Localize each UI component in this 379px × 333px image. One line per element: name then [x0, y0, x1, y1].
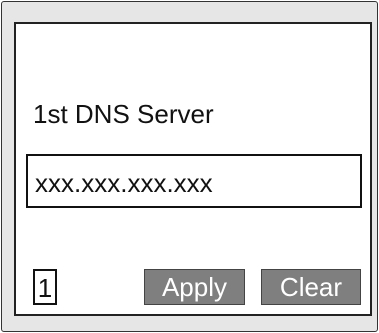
clear-button[interactable]: Clear [261, 269, 361, 305]
dns-server-value: xxx.xxx.xxx.xxx [35, 168, 213, 198]
device-frame: 1st DNS Server xxx.xxx.xxx.xxx 1 Apply C… [1, 1, 378, 332]
dns-server-label: 1st DNS Server [33, 99, 214, 129]
apply-button[interactable]: Apply [144, 269, 245, 305]
lcd-screen: 1st DNS Server xxx.xxx.xxx.xxx 1 Apply C… [14, 22, 372, 316]
page-number: 1 [37, 273, 53, 303]
dns-server-input[interactable]: xxx.xxx.xxx.xxx [26, 154, 362, 208]
page-indicator: 1 [33, 269, 57, 305]
